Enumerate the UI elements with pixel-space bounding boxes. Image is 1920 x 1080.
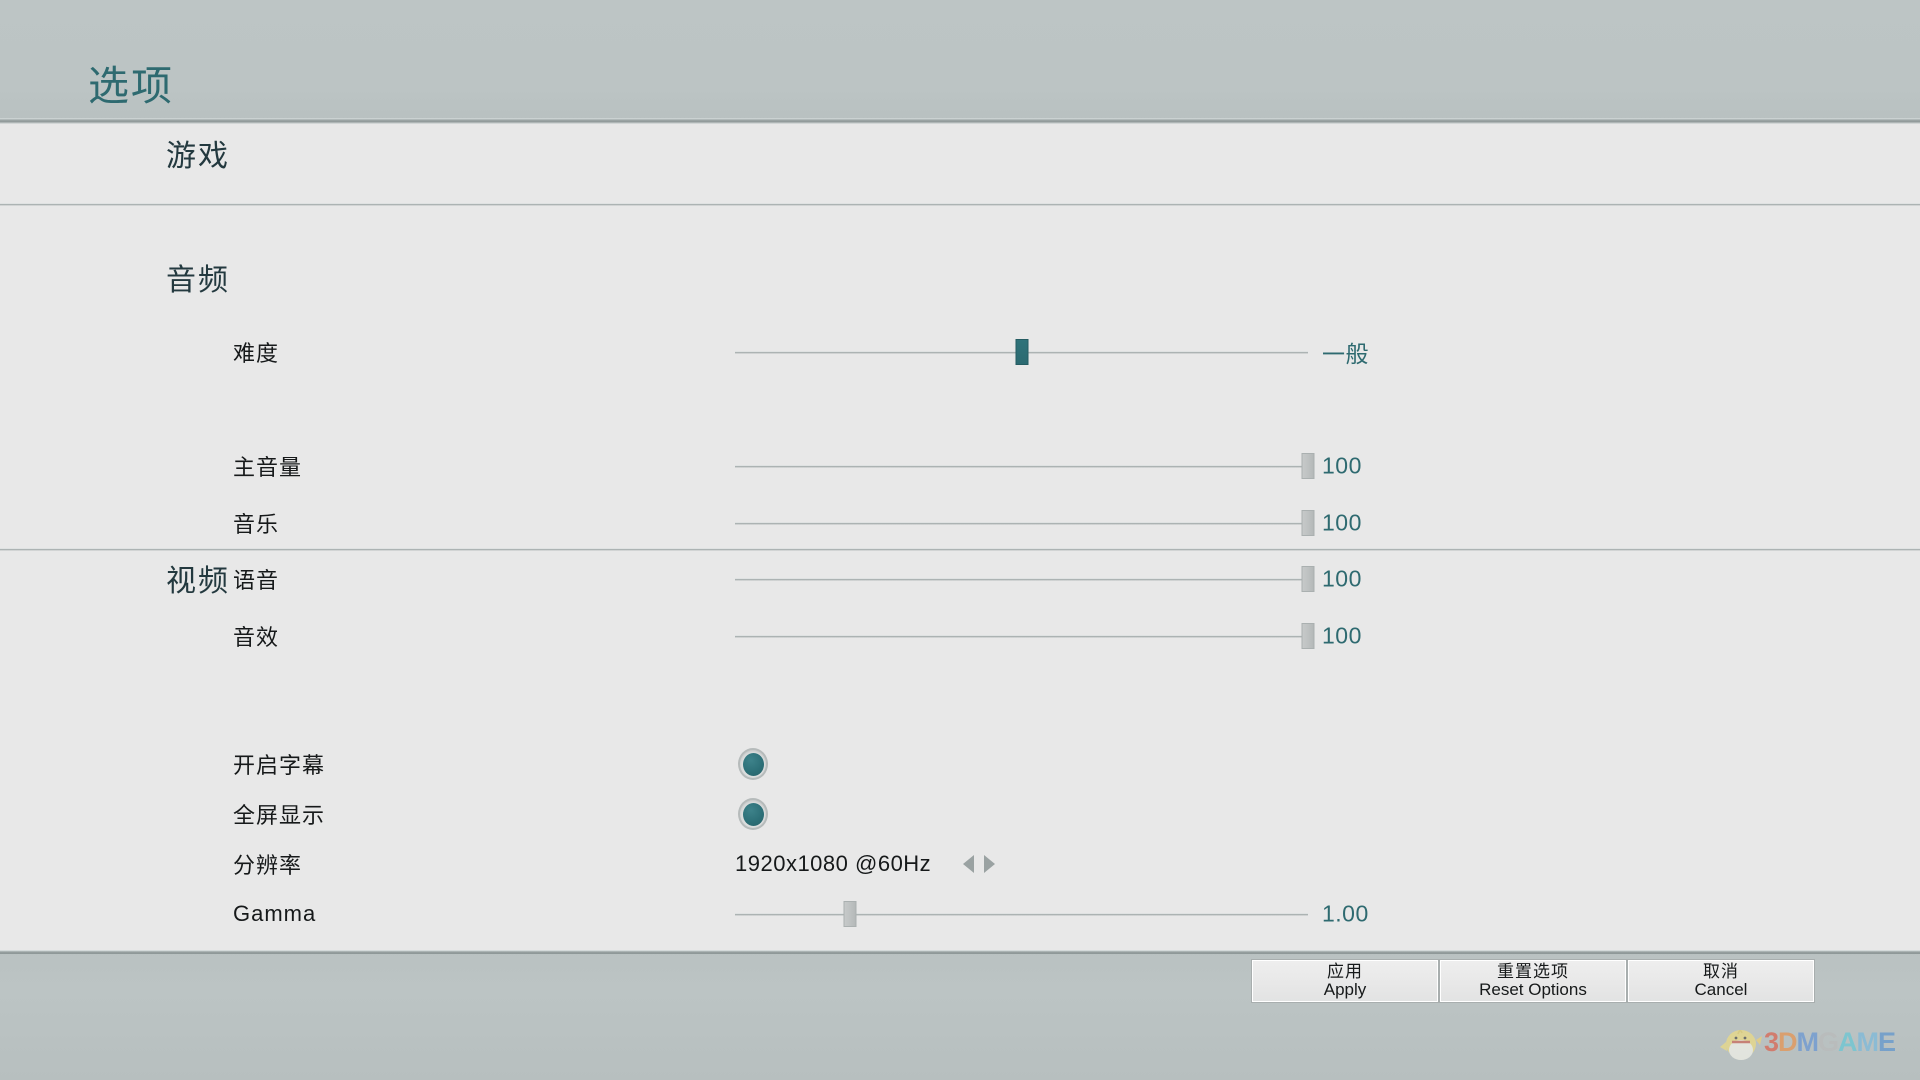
options-header-bar: 选项 xyxy=(0,0,1920,124)
voice-volume-slider-track[interactable] xyxy=(735,578,1308,581)
sfx-volume-slider-track[interactable] xyxy=(735,635,1308,638)
row-label-music-volume: 音乐 xyxy=(233,512,280,537)
fullscreen-toggle[interactable] xyxy=(738,798,768,830)
voice-volume-value: 100 xyxy=(1322,565,1362,592)
sfx-volume-slider-handle[interactable] xyxy=(1301,623,1315,649)
resolution-value: 1920x1080 @60Hz xyxy=(735,851,932,876)
section-divider-game xyxy=(0,203,1920,206)
master-volume-slider[interactable] xyxy=(735,453,1315,479)
row-master-volume[interactable]: 主音量 100 xyxy=(0,446,1920,486)
difficulty-value: 一般 xyxy=(1322,341,1369,367)
section-divider-audio xyxy=(0,548,1920,551)
watermark-letter: 3 xyxy=(1764,1026,1779,1057)
options-footer-bar: 应用 Apply 重置选项 Reset Options 取消 Cancel xyxy=(0,950,1920,1080)
watermark-letter: E xyxy=(1878,1026,1896,1057)
row-label-master-volume: 主音量 xyxy=(233,455,303,480)
watermark-letter: M xyxy=(1856,1026,1879,1057)
watermark-letter: M xyxy=(1796,1026,1819,1057)
reset-options-button-label-en: Reset Options xyxy=(1479,980,1587,999)
reset-options-button-label-cn: 重置选项 xyxy=(1497,962,1569,981)
watermark-text: 3DMGAME xyxy=(1764,1026,1896,1057)
row-gamma[interactable]: Gamma 1.00 xyxy=(0,894,1920,934)
gamma-slider-track[interactable] xyxy=(735,913,1308,916)
cancel-button-label-cn: 取消 xyxy=(1703,962,1739,981)
music-volume-slider[interactable] xyxy=(735,510,1315,536)
row-label-resolution: 分辨率 xyxy=(233,853,303,878)
apply-button[interactable]: 应用 Apply xyxy=(1251,959,1439,1003)
footer-divider xyxy=(0,950,1920,954)
bird-mascot-icon xyxy=(1718,1022,1762,1062)
subtitles-toggle-dot xyxy=(742,752,764,776)
row-subtitles[interactable]: 开启字幕 xyxy=(0,744,1920,784)
apply-button-label-en: Apply xyxy=(1323,980,1367,999)
row-label-gamma: Gamma xyxy=(233,901,317,926)
gamma-slider[interactable] xyxy=(735,901,1308,927)
row-sfx-volume[interactable]: 音效 100 xyxy=(0,616,1920,656)
fullscreen-toggle-dot xyxy=(742,802,764,826)
row-label-voice-volume: 语音 xyxy=(233,568,280,593)
row-label-fullscreen: 全屏显示 xyxy=(233,803,326,828)
row-fullscreen[interactable]: 全屏显示 xyxy=(0,794,1920,834)
master-volume-value: 100 xyxy=(1322,452,1362,479)
watermark-letter: G xyxy=(1818,1026,1839,1057)
voice-volume-slider-handle[interactable] xyxy=(1301,566,1315,592)
watermark-letter: A xyxy=(1838,1026,1857,1057)
difficulty-slider[interactable] xyxy=(735,339,1308,365)
cancel-button[interactable]: 取消 Cancel xyxy=(1627,959,1815,1003)
resolution-next-arrow-icon[interactable] xyxy=(984,855,995,873)
row-label-subtitles: 开启字幕 xyxy=(233,753,326,778)
row-resolution[interactable]: 分辨率 1920x1080 @60Hz xyxy=(0,844,1920,884)
subtitles-toggle[interactable] xyxy=(738,748,768,780)
music-volume-slider-track[interactable] xyxy=(735,522,1308,525)
master-volume-slider-track[interactable] xyxy=(735,465,1308,468)
gamma-slider-handle[interactable] xyxy=(843,901,857,927)
section-title-video: 视频 xyxy=(166,565,230,598)
row-label-difficulty: 难度 xyxy=(233,341,280,366)
resolution-prev-arrow-icon[interactable] xyxy=(963,855,974,873)
row-difficulty[interactable]: 难度 一般 xyxy=(0,332,1920,372)
reset-options-button[interactable]: 重置选项 Reset Options xyxy=(1439,959,1627,1003)
master-volume-slider-handle[interactable] xyxy=(1301,453,1315,479)
voice-volume-slider[interactable] xyxy=(735,566,1315,592)
cancel-button-label-en: Cancel xyxy=(1694,980,1748,999)
difficulty-slider-handle[interactable] xyxy=(1015,339,1028,365)
row-label-sfx-volume: 音效 xyxy=(233,625,280,650)
row-music-volume[interactable]: 音乐 100 xyxy=(0,503,1920,543)
gamma-value: 1.00 xyxy=(1322,900,1369,927)
sfx-volume-slider[interactable] xyxy=(735,623,1315,649)
sfx-volume-value: 100 xyxy=(1322,622,1362,649)
apply-button-label-cn: 应用 xyxy=(1327,962,1363,981)
watermark: 3DMGAME xyxy=(1718,1022,1896,1062)
section-title-game: 游戏 xyxy=(166,140,230,173)
page-title: 选项 xyxy=(88,63,174,109)
row-voice-volume[interactable]: 语音 100 xyxy=(0,559,1920,599)
music-volume-value: 100 xyxy=(1322,509,1362,536)
music-volume-slider-handle[interactable] xyxy=(1301,510,1315,536)
options-content: 游戏 难度 一般 音频 主音量 100 音乐 100 语音 100 音效 100… xyxy=(0,124,1920,950)
section-title-audio: 音频 xyxy=(166,264,230,297)
watermark-letter: D xyxy=(1778,1026,1797,1057)
